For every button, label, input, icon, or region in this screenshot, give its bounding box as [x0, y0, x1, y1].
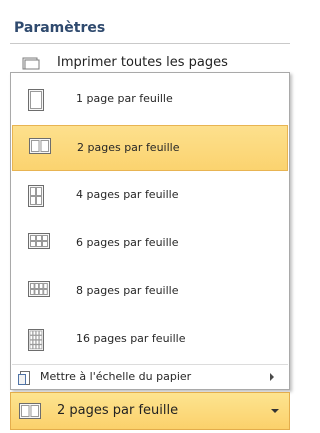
scale-to-paper-icon — [18, 370, 30, 385]
submenu-arrow-icon — [270, 373, 274, 381]
chevron-down-icon — [271, 409, 279, 413]
option-8-pages[interactable]: 8 pages par feuille — [12, 269, 288, 315]
scale-to-paper-item[interactable]: Mettre à l'échelle du papier — [12, 365, 288, 389]
option-16-pages[interactable]: 16 pages par feuille — [12, 317, 288, 363]
four-pages-icon — [28, 185, 44, 211]
option-label: 6 pages par feuille — [76, 236, 179, 249]
print-range-control[interactable]: Imprimer toutes les pages — [12, 47, 288, 72]
option-2-pages[interactable]: 2 pages par feuille — [12, 125, 288, 171]
option-1-page[interactable]: 1 page par feuille — [12, 77, 288, 123]
two-pages-icon — [19, 403, 41, 423]
eight-pages-icon — [28, 281, 50, 301]
header-divider — [10, 43, 290, 44]
sixteen-pages-icon — [28, 329, 44, 355]
option-6-pages[interactable]: 6 pages par feuille — [12, 221, 288, 267]
option-label: 1 page par feuille — [76, 92, 173, 105]
combo-selected-label: 2 pages par feuille — [57, 403, 179, 418]
option-label: 16 pages par feuille — [76, 332, 186, 345]
option-label: 8 pages par feuille — [76, 284, 179, 297]
option-label: 2 pages par feuille — [77, 141, 180, 154]
settings-title: Paramètres — [14, 20, 106, 36]
settings-header: Paramètres — [0, 0, 300, 47]
pages-per-sheet-combo[interactable]: 2 pages par feuille — [10, 392, 290, 430]
two-pages-icon — [29, 138, 51, 158]
six-pages-icon — [28, 233, 50, 253]
option-label: 4 pages par feuille — [76, 188, 179, 201]
printer-pages-icon — [22, 55, 40, 70]
pages-per-sheet-dropdown: 1 page par feuille 2 pages par feuille 4… — [10, 72, 290, 390]
option-4-pages[interactable]: 4 pages par feuille — [12, 173, 288, 219]
one-page-icon — [28, 89, 44, 115]
print-range-label: Imprimer toutes les pages — [57, 55, 228, 70]
scale-to-paper-label: Mettre à l'échelle du papier — [40, 370, 192, 383]
